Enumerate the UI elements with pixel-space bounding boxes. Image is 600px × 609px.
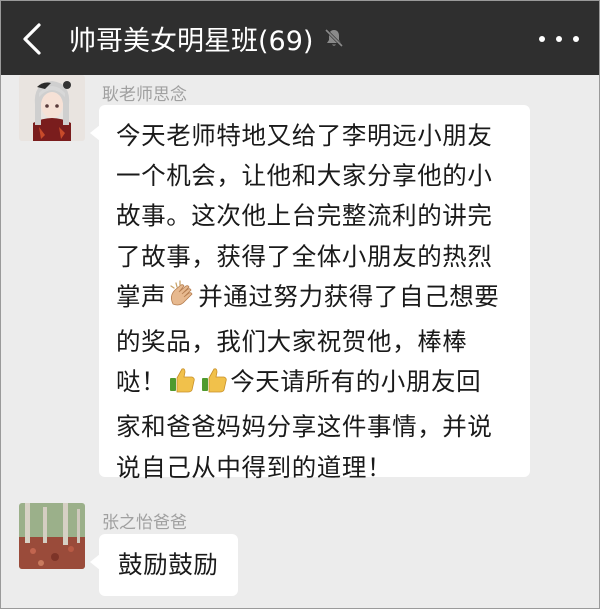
more-dots-icon: [539, 36, 545, 42]
message-line: 故事。这次他上台完整流利的讲完: [116, 201, 493, 231]
message-line: 今天老师特地又给了李明远小朋友: [116, 121, 493, 150]
clapping-hands-emoji: [167, 280, 197, 322]
message-line: 说自己从中得到的道理！: [116, 452, 393, 482]
message-text: 鼓励鼓励: [118, 550, 219, 579]
bell-muted-icon: [323, 27, 345, 49]
message-line: 哒！ 今天请所有的小朋友回: [116, 362, 516, 407]
message-text: 掌声: [116, 281, 167, 311]
message-line: 一个机会，让他和大家分享他的小: [116, 161, 493, 191]
message-bubble[interactable]: 鼓励鼓励: [90, 534, 238, 596]
sender-name: 张之怡爸爸: [102, 513, 187, 533]
back-button[interactable]: [13, 19, 53, 59]
message-text: 并通过努力获得了自己想要: [198, 281, 500, 311]
chat-title-group: 帅哥美女明星班(69): [69, 20, 345, 57]
chat-window: 帅哥美女明星班(69) 耿老师思念 今天老师特地又给了李明远小朋友 一个机会，让…: [0, 0, 600, 609]
chevron-left-icon: [23, 23, 41, 55]
thumbs-up-emoji: [199, 365, 229, 407]
chat-title: 帅哥美女明星班(69): [69, 25, 314, 57]
message-text: 今天请所有的小朋友回: [230, 367, 482, 397]
message-text: 哒！: [116, 367, 167, 397]
thumbs-up-emoji: [167, 365, 197, 407]
anime-girl-avatar[interactable]: [19, 75, 85, 141]
message-line: 家和爸爸妈妈分享这件事情，并说: [116, 412, 493, 442]
message-bubble[interactable]: 今天老师特地又给了李明远小朋友 一个机会，让他和大家分享他的小 故事。这次他上台…: [90, 105, 530, 482]
message-line: 的奖品，我们大家祝贺他，棒棒: [116, 327, 468, 357]
sender-name: 耿老师思念: [102, 85, 187, 105]
autumn-trees-avatar[interactable]: [19, 503, 85, 569]
message-line: 掌声 并通过努力获得了自己想要: [116, 277, 516, 322]
chat-header: 帅哥美女明星班(69): [1, 1, 599, 75]
message-line: 了故事，获得了全体小朋友的热烈: [116, 241, 493, 271]
more-options-button[interactable]: [539, 25, 579, 53]
